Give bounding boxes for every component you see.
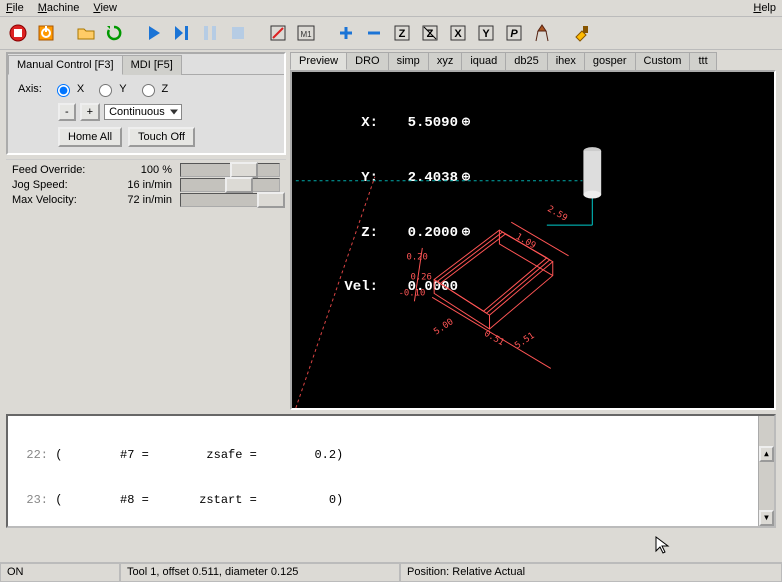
view-z2-button[interactable]: Z [418, 21, 442, 45]
block-skip-button[interactable] [266, 21, 290, 45]
axis-z-radio[interactable]: Z [137, 81, 169, 97]
tab-xyz[interactable]: xyz [428, 52, 463, 70]
tab-simp[interactable]: simp [388, 52, 429, 70]
tab-dro[interactable]: DRO [346, 52, 388, 70]
axis-label: Axis: [18, 83, 42, 95]
svg-text:-0.10: -0.10 [399, 288, 426, 298]
estop-button[interactable] [6, 21, 30, 45]
menu-view[interactable]: View [93, 2, 117, 14]
step-button[interactable] [170, 21, 194, 45]
view-rotate-button[interactable] [530, 21, 554, 45]
scroll-up-icon[interactable]: ▴ [759, 446, 774, 462]
svg-text:0.26: 0.26 [410, 273, 431, 283]
axis-y-radio[interactable]: Y [94, 81, 126, 97]
tab-mdi[interactable]: MDI [F5] [122, 55, 182, 75]
power-button[interactable] [34, 21, 58, 45]
svg-text:Z: Z [399, 28, 406, 40]
svg-text:5.00: 5.00 [432, 317, 455, 337]
status-on: ON [0, 563, 120, 582]
feed-override-slider[interactable] [180, 163, 280, 177]
svg-text:0.20: 0.20 [407, 253, 428, 263]
view-y-button[interactable]: Y [474, 21, 498, 45]
feed-override-value: 100 % [102, 164, 172, 176]
feed-override-label: Feed Override: [12, 164, 102, 176]
status-tool: Tool 1, offset 0.511, diameter 0.125 [120, 563, 400, 582]
menu-help[interactable]: Help [753, 2, 776, 14]
stop-button[interactable] [226, 21, 250, 45]
axis-x-radio[interactable]: X [52, 81, 84, 97]
reload-button[interactable] [102, 21, 126, 45]
clear-plot-button[interactable] [570, 21, 594, 45]
home-all-button[interactable]: Home All [58, 127, 122, 147]
svg-text:M1: M1 [300, 30, 312, 39]
preview-viewport[interactable]: X:5.5090⊕ Y:2.4038⊕ Z:0.2000⊕ Vel:0.0000 [290, 70, 776, 410]
jog-speed-slider[interactable] [180, 178, 280, 192]
statusbar: ON Tool 1, offset 0.511, diameter 0.125 … [0, 562, 782, 582]
svg-text:X: X [454, 28, 462, 40]
jog-speed-label: Jog Speed: [12, 179, 102, 191]
mouse-cursor-icon [654, 535, 674, 555]
tab-preview[interactable]: Preview [290, 52, 347, 70]
menu-machine[interactable]: Machine [38, 2, 80, 14]
tab-manual-control[interactable]: Manual Control [F3] [8, 55, 123, 75]
toolbar: M1 Z Z X Y P [0, 17, 782, 50]
tab-gosper[interactable]: gosper [584, 52, 636, 70]
menu-file[interactable]: File [6, 2, 24, 14]
toolpath-render: 2.59 1.09 0.20 0.26 -0.10 5.00 0.51 5.51 [292, 72, 774, 408]
jog-plus-button[interactable]: + [80, 103, 100, 121]
tab-ttt[interactable]: ttt [689, 52, 716, 70]
view-x-button[interactable]: X [446, 21, 470, 45]
open-button[interactable] [74, 21, 98, 45]
zoom-out-button[interactable] [362, 21, 386, 45]
view-z-button[interactable]: Z [390, 21, 414, 45]
gcode-listing[interactable]: 22: ( #7 = zsafe = 0.2) 23: ( #8 = zstar… [6, 414, 776, 528]
preview-tabs: Preview DRO simp xyz iquad db25 ihex gos… [290, 52, 776, 70]
max-velocity-slider[interactable] [180, 193, 280, 207]
svg-text:Z: Z [427, 28, 434, 40]
jog-mode-select[interactable]: Continuous [104, 104, 182, 120]
pause-button[interactable] [198, 21, 222, 45]
tab-iquad[interactable]: iquad [461, 52, 506, 70]
gcode-scrollbar[interactable]: ▴ ▾ [758, 416, 774, 526]
run-button[interactable] [142, 21, 166, 45]
svg-text:2.59: 2.59 [545, 204, 569, 223]
zoom-in-button[interactable] [334, 21, 358, 45]
max-velocity-value: 72 in/min [102, 194, 172, 206]
tab-custom[interactable]: Custom [635, 52, 691, 70]
manual-control-panel: Manual Control [F3] MDI [F5] Axis: X Y Z… [6, 52, 286, 155]
svg-text:Y: Y [482, 28, 490, 40]
tab-ihex[interactable]: ihex [547, 52, 585, 70]
status-position: Position: Relative Actual [400, 563, 782, 582]
jog-minus-button[interactable]: - [58, 103, 76, 121]
scroll-down-icon[interactable]: ▾ [759, 510, 774, 526]
max-velocity-label: Max Velocity: [12, 194, 102, 206]
svg-text:P: P [510, 28, 518, 40]
view-p-button[interactable]: P [502, 21, 526, 45]
sliders-panel: Feed Override: 100 % Jog Speed: 16 in/mi… [6, 159, 286, 210]
menubar: File Machine View Help [0, 0, 782, 17]
svg-text:0.51: 0.51 [482, 329, 506, 348]
jog-speed-value: 16 in/min [102, 179, 172, 191]
touch-off-button[interactable]: Touch Off [128, 127, 195, 147]
m1-button[interactable]: M1 [294, 21, 318, 45]
tab-db25[interactable]: db25 [505, 52, 547, 70]
